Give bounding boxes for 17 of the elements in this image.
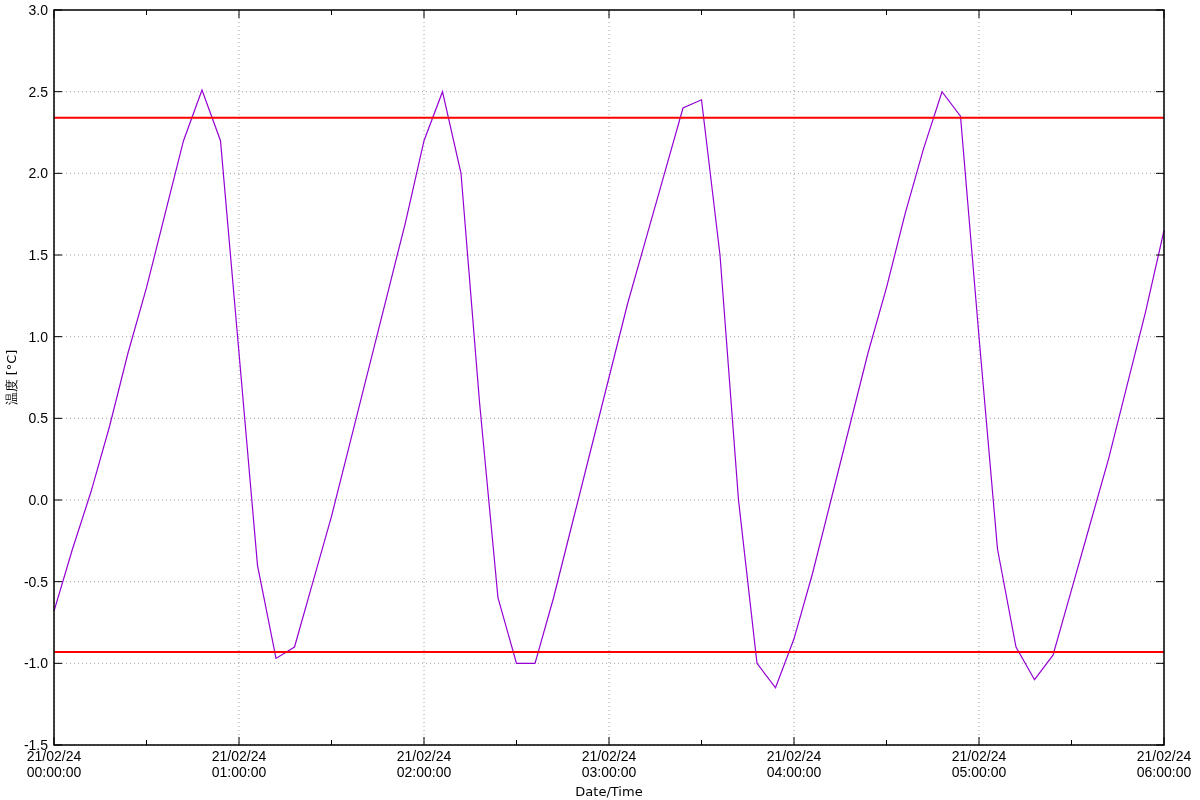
- axis-tick-label: 21/02/24 05:00:00: [951, 748, 1007, 780]
- axis-tick-label: 21/02/24 02:00:00: [396, 748, 452, 780]
- axis-tick-label: 2.0: [28, 165, 48, 182]
- axis-title: 温度 [°C]: [4, 349, 19, 406]
- axis-tick-label: 2.5: [28, 83, 48, 100]
- axis-tick-label: 3.0: [28, 2, 48, 18]
- axis-tick-label: 21/02/24 04:00:00: [766, 748, 822, 780]
- axis-tick-label: 21/02/24 01:00:00: [211, 748, 267, 780]
- axis-tick-label: 1.0: [28, 328, 48, 345]
- axis-tick-label: -0.5: [23, 573, 48, 590]
- axis-title: Date/Time: [575, 784, 643, 799]
- axis-tick-label: 0.0: [28, 492, 48, 508]
- axis-tick-label: 0.5: [28, 410, 48, 427]
- axis-tick-label: 21/02/24 03:00:00: [581, 748, 637, 780]
- axis-tick-label: 1.5: [28, 247, 48, 263]
- axis-tick-label: 21/02/24 06:00:00: [1136, 748, 1192, 780]
- axis-tick-label: -1.0: [23, 655, 48, 672]
